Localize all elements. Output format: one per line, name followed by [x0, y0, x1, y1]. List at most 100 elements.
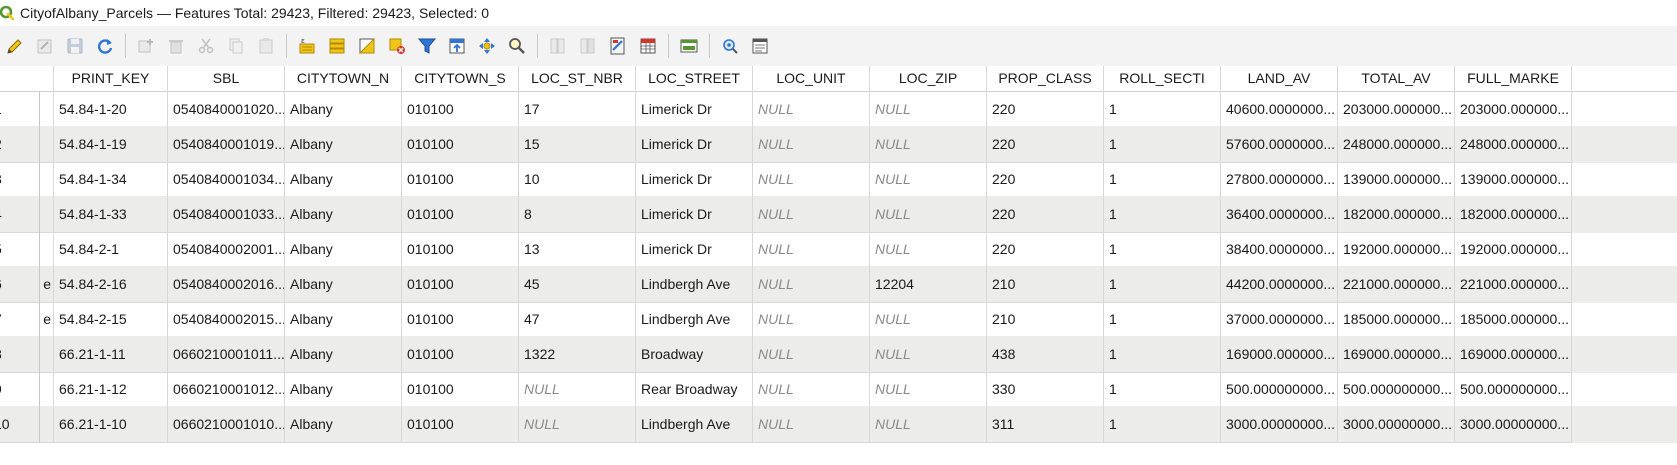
- cell-loc-zip[interactable]: NULL: [870, 161, 987, 198]
- table-row[interactable]: 354.84-1-340540840001034...Albany0101001…: [0, 161, 1677, 198]
- attribute-table[interactable]: PRINT_KEY SBL CITYTOWN_N CITYTOWN_S LOC_ST_N…: [0, 66, 1677, 465]
- cell-print-key[interactable]: 66.21-1-11: [54, 336, 168, 373]
- column-header-citytown-n[interactable]: CITYTOWN_N: [285, 66, 402, 91]
- cell-prop-class[interactable]: 220: [987, 161, 1104, 198]
- cell-print-key[interactable]: 54.84-1-34: [54, 161, 168, 198]
- cell-print-key[interactable]: 54.84-2-1: [54, 231, 168, 268]
- cell-full-marke[interactable]: 221000.000000...: [1455, 266, 1572, 303]
- row-number[interactable]: 3: [0, 161, 40, 198]
- cell-citytown-n[interactable]: Albany: [285, 266, 402, 303]
- cell-roll-secti[interactable]: 1: [1104, 126, 1221, 163]
- cell-loc-street[interactable]: Broadway: [636, 336, 753, 373]
- cell-land-av[interactable]: 37000.0000000...: [1221, 301, 1338, 338]
- cell-sbl[interactable]: 0540840001033...: [168, 196, 285, 233]
- cell-loc-unit[interactable]: NULL: [753, 336, 870, 373]
- cell-prop-class[interactable]: 438: [987, 336, 1104, 373]
- cell-loc-unit[interactable]: NULL: [753, 196, 870, 233]
- cell-print-key[interactable]: 54.84-2-15: [54, 301, 168, 338]
- form-view-button[interactable]: [747, 33, 773, 59]
- cell-citytown-n[interactable]: Albany: [285, 406, 402, 443]
- cell-loc-street[interactable]: Rear Broadway: [636, 371, 753, 408]
- cell-loc-street[interactable]: Limerick Dr: [636, 91, 753, 128]
- cell-print-key[interactable]: 54.84-2-16: [54, 266, 168, 303]
- cell-total-av[interactable]: 182000.000000...: [1338, 196, 1455, 233]
- cell-loc-zip[interactable]: NULL: [870, 336, 987, 373]
- cell-prop-class[interactable]: 220: [987, 91, 1104, 128]
- cell-print-key[interactable]: 54.84-1-19: [54, 126, 168, 163]
- cell-total-av[interactable]: 169000.000000...: [1338, 336, 1455, 373]
- column-header-print-key[interactable]: PRINT_KEY: [54, 66, 168, 91]
- cell-loc-unit[interactable]: NULL: [753, 406, 870, 443]
- move-selection-top-button[interactable]: [444, 33, 470, 59]
- column-header-loc-st-nbr[interactable]: LOC_ST_NBR: [519, 66, 636, 91]
- actions-button[interactable]: [717, 33, 743, 59]
- cell-citytown-s[interactable]: 010100: [402, 231, 519, 268]
- cell-print-key[interactable]: 66.21-1-12: [54, 371, 168, 408]
- table-row[interactable]: 7e54.84-2-150540840002015...Albany010100…: [0, 301, 1677, 338]
- column-header-roll-secti[interactable]: ROLL_SECTI: [1104, 66, 1221, 91]
- cell-loc-zip[interactable]: NULL: [870, 91, 987, 128]
- cell-sbl[interactable]: 0540840002015...: [168, 301, 285, 338]
- cell-total-av[interactable]: 500.000000000...: [1338, 371, 1455, 408]
- cell-loc-zip[interactable]: NULL: [870, 301, 987, 338]
- cell-loc-st-nbr[interactable]: 17: [519, 91, 636, 128]
- cell-loc-zip[interactable]: NULL: [870, 406, 987, 443]
- cell-full-marke[interactable]: 3000.00000000...: [1455, 406, 1572, 443]
- cell-citytown-s[interactable]: 010100: [402, 126, 519, 163]
- cell-land-av[interactable]: 38400.0000000...: [1221, 231, 1338, 268]
- cell-prop-class[interactable]: 220: [987, 231, 1104, 268]
- cut-button[interactable]: [193, 33, 219, 59]
- row-number[interactable]: 1: [0, 91, 40, 128]
- table-row[interactable]: 966.21-1-120660210001012...Albany010100N…: [0, 371, 1677, 408]
- cell-loc-st-nbr[interactable]: 15: [519, 126, 636, 163]
- column-header-total-av[interactable]: TOTAL_AV: [1338, 66, 1455, 91]
- cell-full-marke[interactable]: 185000.000000...: [1455, 301, 1572, 338]
- cell-loc-st-nbr[interactable]: NULL: [519, 406, 636, 443]
- column-header-loc-zip[interactable]: LOC_ZIP: [870, 66, 987, 91]
- cell-total-av[interactable]: 221000.000000...: [1338, 266, 1455, 303]
- cell-land-av[interactable]: 27800.0000000...: [1221, 161, 1338, 198]
- cell-roll-secti[interactable]: 1: [1104, 231, 1221, 268]
- cell-loc-unit[interactable]: NULL: [753, 301, 870, 338]
- cell-citytown-n[interactable]: Albany: [285, 336, 402, 373]
- header-corner[interactable]: [0, 66, 54, 91]
- deselect-all-button[interactable]: [384, 33, 410, 59]
- column-header-full-marke[interactable]: FULL_MARKE: [1455, 66, 1572, 91]
- new-field-button[interactable]: [545, 33, 571, 59]
- cell-land-av[interactable]: 40600.0000000...: [1221, 91, 1338, 128]
- cell-full-marke[interactable]: 169000.000000...: [1455, 336, 1572, 373]
- cell-loc-street[interactable]: Limerick Dr: [636, 126, 753, 163]
- cell-land-av[interactable]: 169000.000000...: [1221, 336, 1338, 373]
- row-number[interactable]: 4: [0, 196, 40, 233]
- cell-loc-zip[interactable]: NULL: [870, 231, 987, 268]
- cell-land-av[interactable]: 57600.0000000...: [1221, 126, 1338, 163]
- column-header-land-av[interactable]: LAND_AV: [1221, 66, 1338, 91]
- cell-sbl[interactable]: 0540840002001...: [168, 231, 285, 268]
- column-header-loc-unit[interactable]: LOC_UNIT: [753, 66, 870, 91]
- cell-citytown-n[interactable]: Albany: [285, 161, 402, 198]
- cell-loc-unit[interactable]: NULL: [753, 231, 870, 268]
- row-number[interactable]: 6: [0, 266, 40, 303]
- add-feature-button[interactable]: [133, 33, 159, 59]
- cell-total-av[interactable]: 139000.000000...: [1338, 161, 1455, 198]
- cell-loc-st-nbr[interactable]: 10: [519, 161, 636, 198]
- cell-citytown-s[interactable]: 010100: [402, 196, 519, 233]
- invert-selection-button[interactable]: [354, 33, 380, 59]
- cell-prop-class[interactable]: 220: [987, 196, 1104, 233]
- table-row[interactable]: 154.84-1-200540840001020...Albany0101001…: [0, 91, 1677, 128]
- cell-citytown-n[interactable]: Albany: [285, 126, 402, 163]
- cell-sbl[interactable]: 0660210001010...: [168, 406, 285, 443]
- row-number[interactable]: 9: [0, 371, 40, 408]
- cell-total-av[interactable]: 248000.000000...: [1338, 126, 1455, 163]
- reload-table-button[interactable]: [92, 33, 118, 59]
- cell-prop-class[interactable]: 210: [987, 301, 1104, 338]
- table-row[interactable]: 554.84-2-10540840002001...Albany01010013…: [0, 231, 1677, 268]
- cell-land-av[interactable]: 44200.0000000...: [1221, 266, 1338, 303]
- toggle-editing-button[interactable]: [2, 33, 28, 59]
- table-row[interactable]: 4 54.84-1-330540840001033...Albany0101008…: [0, 196, 1677, 233]
- cell-roll-secti[interactable]: 1: [1104, 406, 1221, 443]
- pan-to-selected-button[interactable]: [474, 33, 500, 59]
- cell-citytown-s[interactable]: 010100: [402, 91, 519, 128]
- cell-roll-secti[interactable]: 1: [1104, 301, 1221, 338]
- cell-sbl[interactable]: 0540840001034...: [168, 161, 285, 198]
